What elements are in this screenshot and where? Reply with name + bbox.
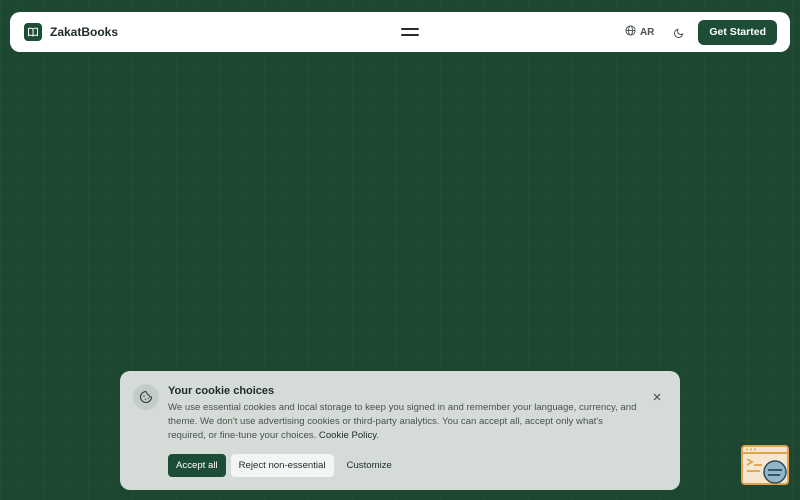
accept-all-button[interactable]: Accept all (168, 454, 226, 477)
hamburger-menu-icon[interactable] (401, 25, 419, 39)
cookie-banner: Your cookie choices We use essential coo… (120, 371, 680, 490)
cookie-policy-link[interactable]: Cookie Policy (319, 430, 376, 441)
customize-button[interactable]: Customize (339, 454, 400, 477)
get-started-button[interactable]: Get Started (698, 19, 777, 45)
globe-icon (625, 25, 636, 39)
terminal-chat-icon[interactable] (740, 444, 792, 488)
close-icon[interactable] (652, 389, 662, 401)
brand-name: ZakatBooks (50, 25, 119, 39)
reject-non-essential-button[interactable]: Reject non-essential (230, 454, 334, 477)
book-icon (24, 23, 42, 41)
cookie-icon (133, 384, 159, 410)
moon-icon[interactable] (672, 25, 686, 39)
cookie-policy-suffix: . (376, 430, 380, 441)
cookie-actions: Accept all Reject non-essential Customiz… (168, 454, 400, 477)
cookie-banner-body: We use essential cookies and local stora… (168, 402, 637, 441)
language-label: AR (639, 26, 655, 38)
cookie-banner-text: We use essential cookies and local stora… (168, 401, 638, 443)
top-navbar: ZakatBooks AR Get Started (10, 12, 790, 52)
brand[interactable]: ZakatBooks (24, 23, 118, 41)
navbar-actions: AR Get Started (625, 19, 777, 45)
language-toggle[interactable]: AR (625, 25, 654, 39)
cookie-banner-title: Your cookie choices (168, 385, 275, 397)
